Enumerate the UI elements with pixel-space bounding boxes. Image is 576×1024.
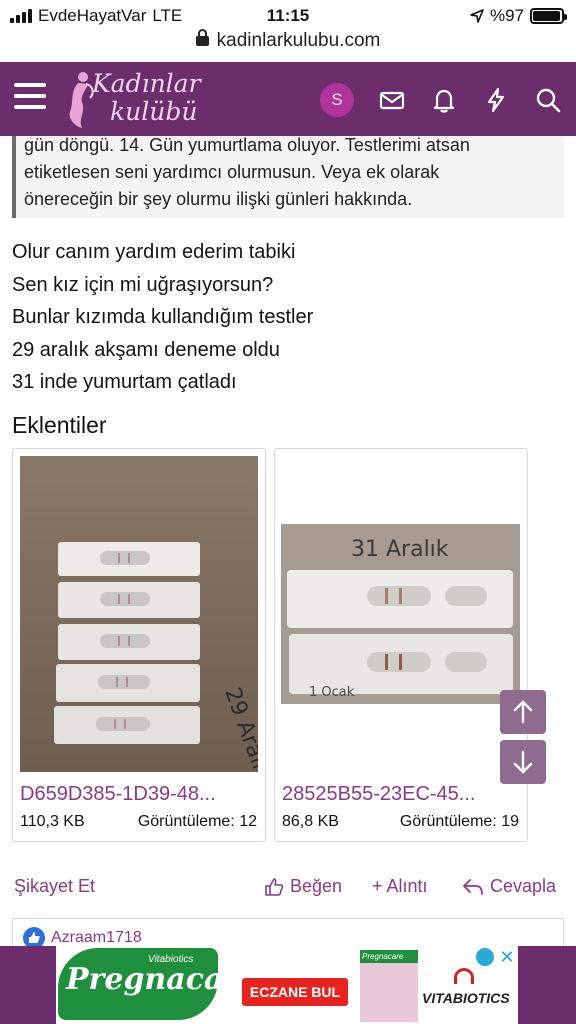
ad-company: VITABIOTICS — [422, 990, 510, 1006]
quote-line: önereceğin bir şey olurmu ilişki günleri… — [24, 189, 413, 209]
post-actions: Şikayet Et Beğen + Alıntı Cevapla — [0, 874, 576, 900]
like-label: Beğen — [290, 876, 343, 896]
like-button[interactable]: Beğen — [264, 876, 342, 897]
post-line: 31 inde yumurtam çatladı — [12, 371, 237, 393]
browser-url-bar[interactable]: kadinlarkulubu.com — [0, 29, 576, 58]
post-line: Olur canım yardım ederim tabiki — [12, 241, 296, 263]
attachment-size: 86,8 KB — [282, 813, 339, 830]
reply-label: Cevapla — [490, 876, 557, 896]
ad-cta-button[interactable]: ECZANE BUL — [242, 978, 348, 1006]
ad-info-icon[interactable] — [476, 948, 494, 966]
reply-button[interactable]: Cevapla — [462, 876, 556, 897]
post-line: Bunlar kızımda kullandığım testler — [12, 306, 314, 328]
url-text: kadinlarkulubu.com — [216, 30, 381, 51]
ad-brand-text: Pregnacare — [66, 962, 259, 997]
status-bar: EvdeHayatVar LTE 11:15 %97 — [0, 0, 576, 30]
quote-text: gün döngü. 14. Gün yumurtlama oluyor. Te… — [24, 132, 560, 213]
attachment-filename[interactable]: D659D385-1D39-48... — [20, 783, 216, 806]
site-logo[interactable]: Kadınlar kulübü — [64, 66, 214, 130]
envelope-icon[interactable] — [378, 86, 406, 114]
ad-close-icon[interactable]: ✕ — [498, 948, 516, 966]
post-line: Sen kız için mi uğraşıyorsun? — [12, 273, 274, 296]
logo-text: Kadınlar kulübü — [92, 70, 201, 126]
post-body: Olur canım yardım ederim tabiki Sen kız … — [12, 236, 564, 399]
ad-content[interactable]: Vitabiotics Pregnacare ECZANE BUL Pregna… — [56, 946, 518, 1024]
lock-icon — [195, 29, 209, 46]
attachments-title: Eklentiler — [12, 412, 107, 438]
ad-product-label: Pregnacare — [360, 950, 418, 963]
arrow-down-icon — [513, 750, 533, 774]
photo-handwriting: 1 Ocak — [309, 685, 355, 700]
ovulation-tests-photo: 31 Aralık 1 Ocak — [281, 524, 520, 704]
attachment-filename[interactable]: 28525B55-23EC-45... — [282, 783, 475, 806]
quote-label: + Alıntı — [372, 876, 428, 896]
location-arrow-icon — [470, 9, 484, 23]
attachment-thumbnail[interactable]: 31 Aralık 1 Ocak — [281, 524, 520, 704]
bell-icon[interactable] — [430, 86, 458, 114]
battery-icon — [530, 8, 567, 24]
arrow-up-icon — [513, 700, 533, 724]
attachment-size: 110,3 KB — [20, 813, 85, 830]
quoted-post: gün döngü. 14. Gün yumurtlama oluyor. Te… — [12, 135, 564, 218]
attachment-card[interactable]: 31 Aralık 1 Ocak 28525B55-23EC-45... 86,… — [274, 448, 528, 842]
report-button[interactable]: Şikayet Et — [14, 876, 95, 897]
hamburger-menu-icon[interactable] — [14, 83, 46, 113]
logo-line-2: kulübü — [110, 97, 198, 126]
quote-button[interactable]: + Alıntı — [372, 876, 428, 897]
attachment-views: Görüntüleme: 19 — [399, 813, 519, 830]
status-right: %97 — [470, 6, 567, 26]
reply-arrow-icon — [463, 878, 483, 895]
post-line: 29 aralık akşamı deneme oldu — [12, 338, 280, 361]
ad-banner[interactable]: Vitabiotics Pregnacare ECZANE BUL Pregna… — [0, 946, 576, 1024]
scroll-up-button[interactable] — [500, 690, 546, 734]
quote-line: gün döngü. 14. Gün yumurtlama oluyor. Te… — [24, 135, 470, 155]
quote-line: etiketlesen seni yardımcı olurmusun. Vey… — [24, 162, 440, 182]
photo-handwriting: 31 Aralık — [351, 537, 449, 562]
report-label: Şikayet Et — [14, 876, 96, 896]
attachment-thumbnail[interactable]: 29 Aralık — [20, 456, 258, 772]
lightning-icon[interactable] — [482, 86, 510, 114]
ad-product-image: Pregnacare — [360, 950, 418, 1022]
search-icon[interactable] — [534, 86, 562, 114]
battery-percent: %97 — [489, 6, 524, 25]
thumbs-up-icon — [265, 877, 284, 896]
ad-brand-logo: Vitabiotics Pregnacare — [58, 948, 258, 1020]
ovulation-tests-photo: 29 Aralık — [20, 456, 258, 772]
scroll-down-button[interactable] — [500, 740, 546, 784]
user-avatar[interactable]: S — [320, 83, 354, 117]
attachment-views: Görüntüleme: 12 — [137, 813, 257, 830]
vitabiotics-logo-icon — [454, 968, 474, 984]
attachment-card[interactable]: 29 Aralık D659D385-1D39-48... 110,3 KB G… — [12, 448, 266, 842]
liker-username[interactable]: Azraam1718 — [51, 929, 142, 947]
logo-line-1: Kadınlar — [92, 69, 201, 98]
